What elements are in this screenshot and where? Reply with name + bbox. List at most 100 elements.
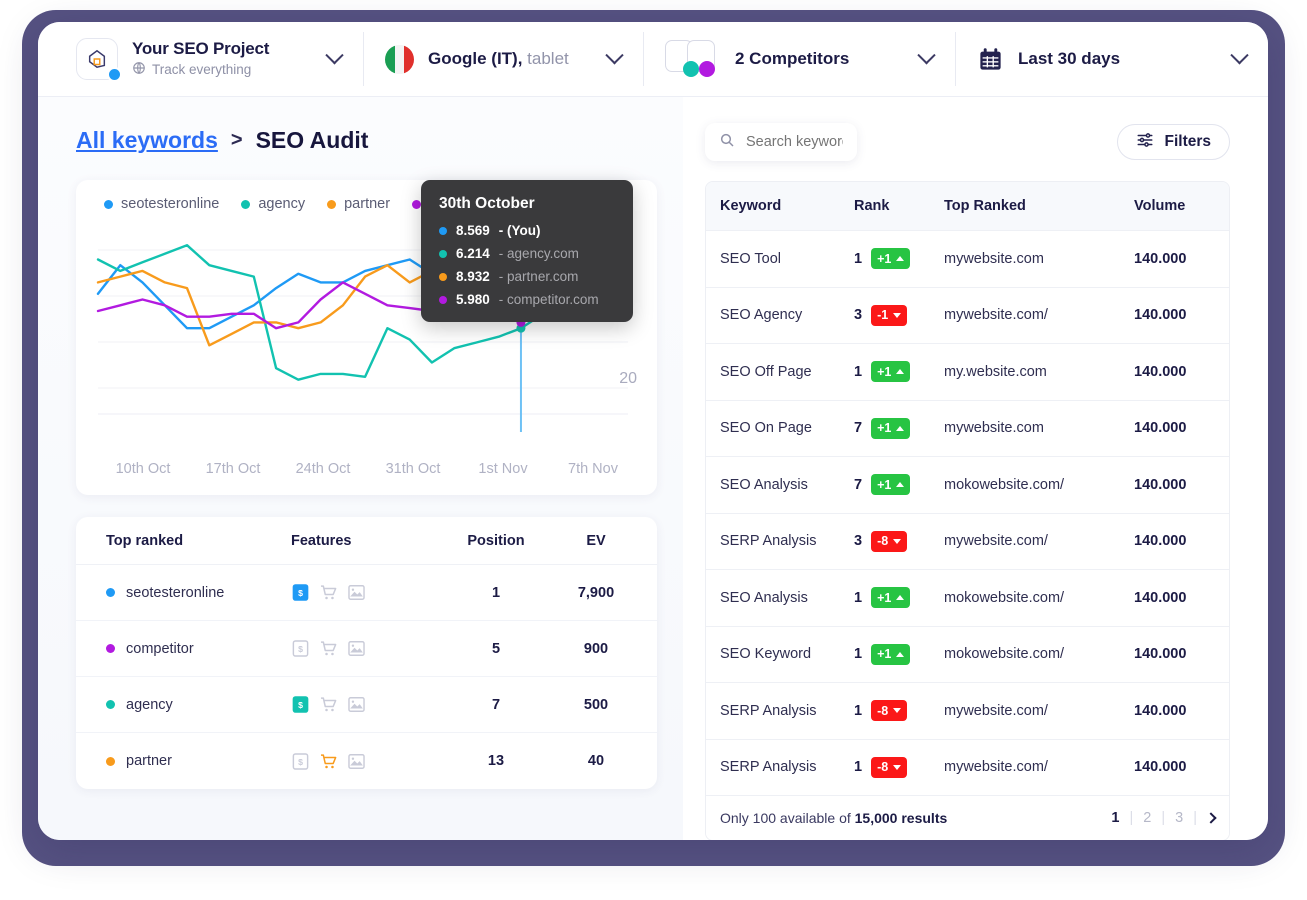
svg-text:$: $ (298, 757, 303, 767)
top-ranked-domain-cell: mokowebsite.com/ (944, 646, 1065, 663)
ads-dollar-icon[interactable]: $ (291, 583, 310, 602)
keywords-table: Keyword Rank Top Ranked Volume SEO Tool … (705, 181, 1230, 840)
page-3-button[interactable]: 3 (1175, 810, 1183, 826)
chevron-right-icon[interactable] (1205, 812, 1217, 824)
results-count-bold: 15,000 results (854, 810, 948, 826)
table-row[interactable]: SERP Analysis 1 -8 mywebsite.com/ 140.00… (706, 738, 1229, 795)
ev-cell: 40 (587, 753, 605, 769)
project-title: Your SEO Project (132, 38, 270, 58)
ads-dollar-icon[interactable]: $ (291, 639, 310, 658)
engine-device: tablet (527, 49, 569, 68)
ev-cell: 7,900 (577, 584, 615, 601)
top-ranked-domain-cell: mywebsite.com/ (944, 307, 1048, 324)
chevron-down-icon[interactable] (325, 45, 344, 64)
chevron-down-icon[interactable] (917, 45, 936, 64)
th-features: Features (291, 532, 352, 549)
shopping-cart-icon[interactable] (319, 583, 338, 602)
legend-item-agency[interactable]: agency (241, 196, 305, 212)
top-ranked-header-row: Top ranked Features Position EV (76, 517, 657, 565)
arrow-up-icon (896, 256, 905, 262)
chevron-down-icon[interactable] (1230, 45, 1249, 64)
top-ranked-domain-cell: mywebsite.com (944, 250, 1044, 267)
table-row[interactable]: SEO Keyword 1 +1 mokowebsite.com/ 140.00… (706, 625, 1229, 682)
legend-dot-icon (327, 199, 337, 209)
rank-cell: 3 -8 (854, 530, 944, 552)
top-toolbar: Your SEO Project Track everything Google… (38, 22, 1268, 97)
shopping-cart-icon[interactable] (319, 639, 338, 658)
page-2-button[interactable]: 2 (1143, 810, 1151, 826)
page-1-button[interactable]: 1 (1111, 810, 1119, 826)
ads-dollar-icon[interactable]: $ (291, 752, 310, 771)
features-cell: $ (291, 639, 436, 658)
search-keywords-box[interactable] (705, 123, 857, 161)
breadcrumb-all-keywords-link[interactable]: All keywords (76, 127, 218, 154)
engine-label: Google (IT), tablet (428, 49, 569, 68)
main-content: All keywords > SEO Audit seotesteronline… (38, 97, 1268, 840)
search-engine-selector[interactable]: Google (IT), tablet (363, 22, 643, 96)
volume-cell: 140.000 (1134, 250, 1187, 267)
rank-delta-value: +1 (877, 477, 892, 492)
rank-cell: 1 +1 (854, 643, 944, 665)
image-results-icon[interactable] (347, 752, 366, 771)
competitors-selector[interactable]: 2 Competitors (643, 22, 955, 96)
top-ranked-domain-cell: mywebsite.com/ (944, 759, 1048, 776)
table-row[interactable]: agency $ 7 500 (76, 677, 657, 733)
table-row[interactable]: competitor $ 5 900 (76, 621, 657, 677)
arrow-down-icon (893, 764, 902, 770)
chevron-down-icon[interactable] (605, 45, 624, 64)
tooltip-row: 8.932 - partner.com (439, 269, 617, 284)
rank-number: 1 (854, 250, 863, 267)
features-cell: $ (291, 583, 436, 602)
rank-delta-value: +1 (877, 251, 892, 266)
table-row[interactable]: SEO Tool 1 +1 mywebsite.com 140.000 (706, 230, 1229, 287)
rank-trend-chart-card: seotesteronline agency partner competito… (76, 180, 657, 495)
ads-dollar-icon[interactable]: $ (291, 695, 310, 714)
table-row[interactable]: SEO On Page 7 +1 mywebsite.com 140.000 (706, 399, 1229, 456)
project-selector[interactable]: Your SEO Project Track everything (38, 22, 363, 96)
table-row[interactable]: partner $ 13 40 (76, 733, 657, 789)
top-ranked-name-cell: competitor (76, 641, 291, 657)
volume-cell: 140.000 (1134, 533, 1187, 550)
rank-delta-badge: +1 (871, 248, 911, 270)
table-row[interactable]: SERP Analysis 3 -8 mywebsite.com/ 140.00… (706, 512, 1229, 569)
shopping-cart-icon[interactable] (319, 695, 338, 714)
tooltip-title: 30th October (439, 195, 535, 212)
filters-button[interactable]: Filters (1117, 124, 1230, 160)
tooltip-series-dot-icon (439, 295, 447, 304)
tooltip-series-dot-icon (439, 249, 447, 258)
table-row[interactable]: seotesteronline $ 1 7,900 (76, 565, 657, 621)
arrow-down-icon (893, 708, 902, 714)
legend-dot-icon (104, 199, 113, 209)
table-row[interactable]: SEO Agency 3 -1 mywebsite.com/ 140.000 (706, 286, 1229, 343)
legend-item-partner[interactable]: partner (327, 196, 390, 212)
italy-flag-icon (385, 44, 414, 74)
svg-text:$: $ (298, 700, 303, 710)
rank-delta-value: -8 (877, 703, 889, 718)
legend-item-seotesteronline[interactable]: seotesteronline (104, 196, 219, 212)
rank-delta-value: +1 (877, 364, 892, 379)
pagination[interactable]: 1 | 2 | 3 | (1111, 810, 1217, 826)
keyword-cell: SEO Keyword (720, 646, 812, 663)
rank-delta-badge: -1 (871, 304, 908, 326)
table-row[interactable]: SEO Analysis 1 +1 mokowebsite.com/ 140.0… (706, 569, 1229, 626)
table-row[interactable]: SEO Off Page 1 +1 my.website.com 140.000 (706, 343, 1229, 400)
table-row[interactable]: SERP Analysis 1 -8 mywebsite.com/ 140.00… (706, 682, 1229, 739)
rank-number: 1 (854, 702, 863, 719)
tooltip-site: - partner.com (498, 269, 579, 284)
search-input[interactable] (746, 134, 843, 150)
th-keyword: Keyword (720, 198, 782, 214)
series-dot-icon (106, 756, 115, 766)
date-range-selector[interactable]: Last 30 days (955, 22, 1268, 96)
search-icon (719, 132, 735, 153)
pager-divider: | (1193, 810, 1197, 826)
screenshot-stage: Your SEO Project Track everything Google… (0, 0, 1307, 900)
legend-label: agency (258, 196, 306, 212)
volume-cell: 140.000 (1134, 363, 1187, 380)
shopping-cart-icon[interactable] (319, 752, 338, 771)
tooltip-series-dot-icon (439, 226, 447, 235)
table-row[interactable]: SEO Analysis 7 +1 mokowebsite.com/ 140.0… (706, 456, 1229, 513)
image-results-icon[interactable] (347, 583, 366, 602)
image-results-icon[interactable] (347, 695, 366, 714)
image-results-icon[interactable] (347, 639, 366, 658)
top-ranked-name: competitor (126, 640, 194, 657)
